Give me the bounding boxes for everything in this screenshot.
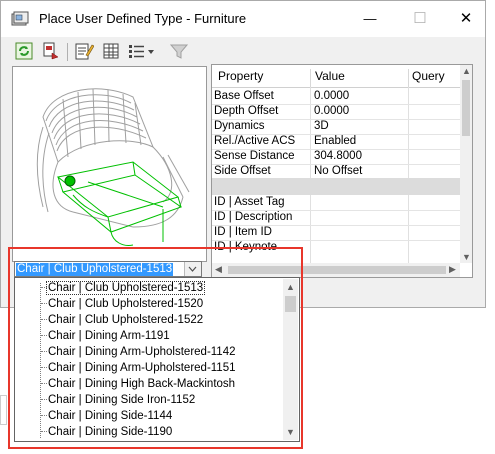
- property-value[interactable]: 0.0000: [314, 89, 349, 104]
- place-icon[interactable]: [41, 41, 61, 61]
- edit-properties-icon[interactable]: [74, 41, 94, 61]
- minimize-button[interactable]: —: [347, 1, 393, 37]
- property-value[interactable]: 304.8000: [314, 149, 362, 164]
- table-row[interactable]: Dynamics 3D: [212, 119, 472, 134]
- maximize-button[interactable]: ☐: [397, 1, 443, 37]
- scroll-up-arrow-icon[interactable]: ▲: [462, 66, 471, 76]
- highlight-annotation-box: [8, 247, 303, 449]
- property-name: Sense Distance: [214, 150, 295, 162]
- window-title: Place User Defined Type - Furniture: [39, 11, 247, 26]
- table-row[interactable]: Depth Offset 0.0000: [212, 104, 472, 119]
- filter-icon[interactable]: [169, 41, 189, 61]
- property-name: ID | Asset Tag: [214, 196, 285, 208]
- chair-preview-image: [36, 88, 190, 246]
- table-row[interactable]: Side Offset No Offset: [212, 164, 472, 179]
- property-name: ID | Description: [214, 211, 293, 223]
- grid-header: Property Value Query: [212, 65, 472, 91]
- column-header-value[interactable]: Value: [315, 69, 345, 83]
- scroll-down-arrow-icon[interactable]: ▼: [462, 252, 471, 262]
- refresh-icon[interactable]: [14, 41, 34, 61]
- table-row[interactable]: ID | Item ID: [212, 225, 472, 240]
- close-button[interactable]: ✕: [443, 1, 489, 37]
- column-header-query[interactable]: Query: [412, 69, 445, 83]
- property-value[interactable]: Enabled: [314, 134, 356, 149]
- table-row[interactable]: ID | Asset Tag: [212, 195, 472, 210]
- property-value[interactable]: No Offset: [314, 164, 362, 179]
- table-row[interactable]: Base Offset 0.0000: [212, 89, 472, 104]
- vertical-scroll-thumb[interactable]: [462, 80, 470, 136]
- list-view-icon[interactable]: [127, 41, 157, 61]
- scroll-right-arrow-icon[interactable]: ▶: [449, 264, 456, 275]
- property-name: Base Offset: [214, 90, 274, 102]
- property-name: Side Offset: [214, 165, 271, 177]
- table-row[interactable]: ID | Description: [212, 210, 472, 225]
- title-bar[interactable]: Place User Defined Type - Furniture — ☐ …: [1, 1, 485, 37]
- grid-view-icon[interactable]: [101, 41, 121, 61]
- property-value[interactable]: 3D: [314, 119, 329, 134]
- toolbar-separator: [67, 43, 68, 61]
- property-grid: Property Value Query Base Offset 0.0000 …: [211, 64, 473, 278]
- table-row[interactable]: Sense Distance 304.8000: [212, 149, 472, 164]
- property-value[interactable]: 0.0000: [314, 104, 349, 119]
- property-name: Depth Offset: [214, 105, 279, 117]
- app-icon: [11, 11, 29, 26]
- property-name: Dynamics: [214, 120, 265, 132]
- background-window-edge: [0, 395, 7, 425]
- group-separator: [212, 178, 472, 195]
- property-name: Rel./Active ACS: [214, 135, 296, 147]
- toolbar: [1, 37, 485, 65]
- column-header-property[interactable]: Property: [218, 69, 263, 83]
- property-name: ID | Item ID: [214, 226, 272, 238]
- table-row[interactable]: Rel./Active ACS Enabled: [212, 134, 472, 149]
- preview-panel: [12, 66, 207, 262]
